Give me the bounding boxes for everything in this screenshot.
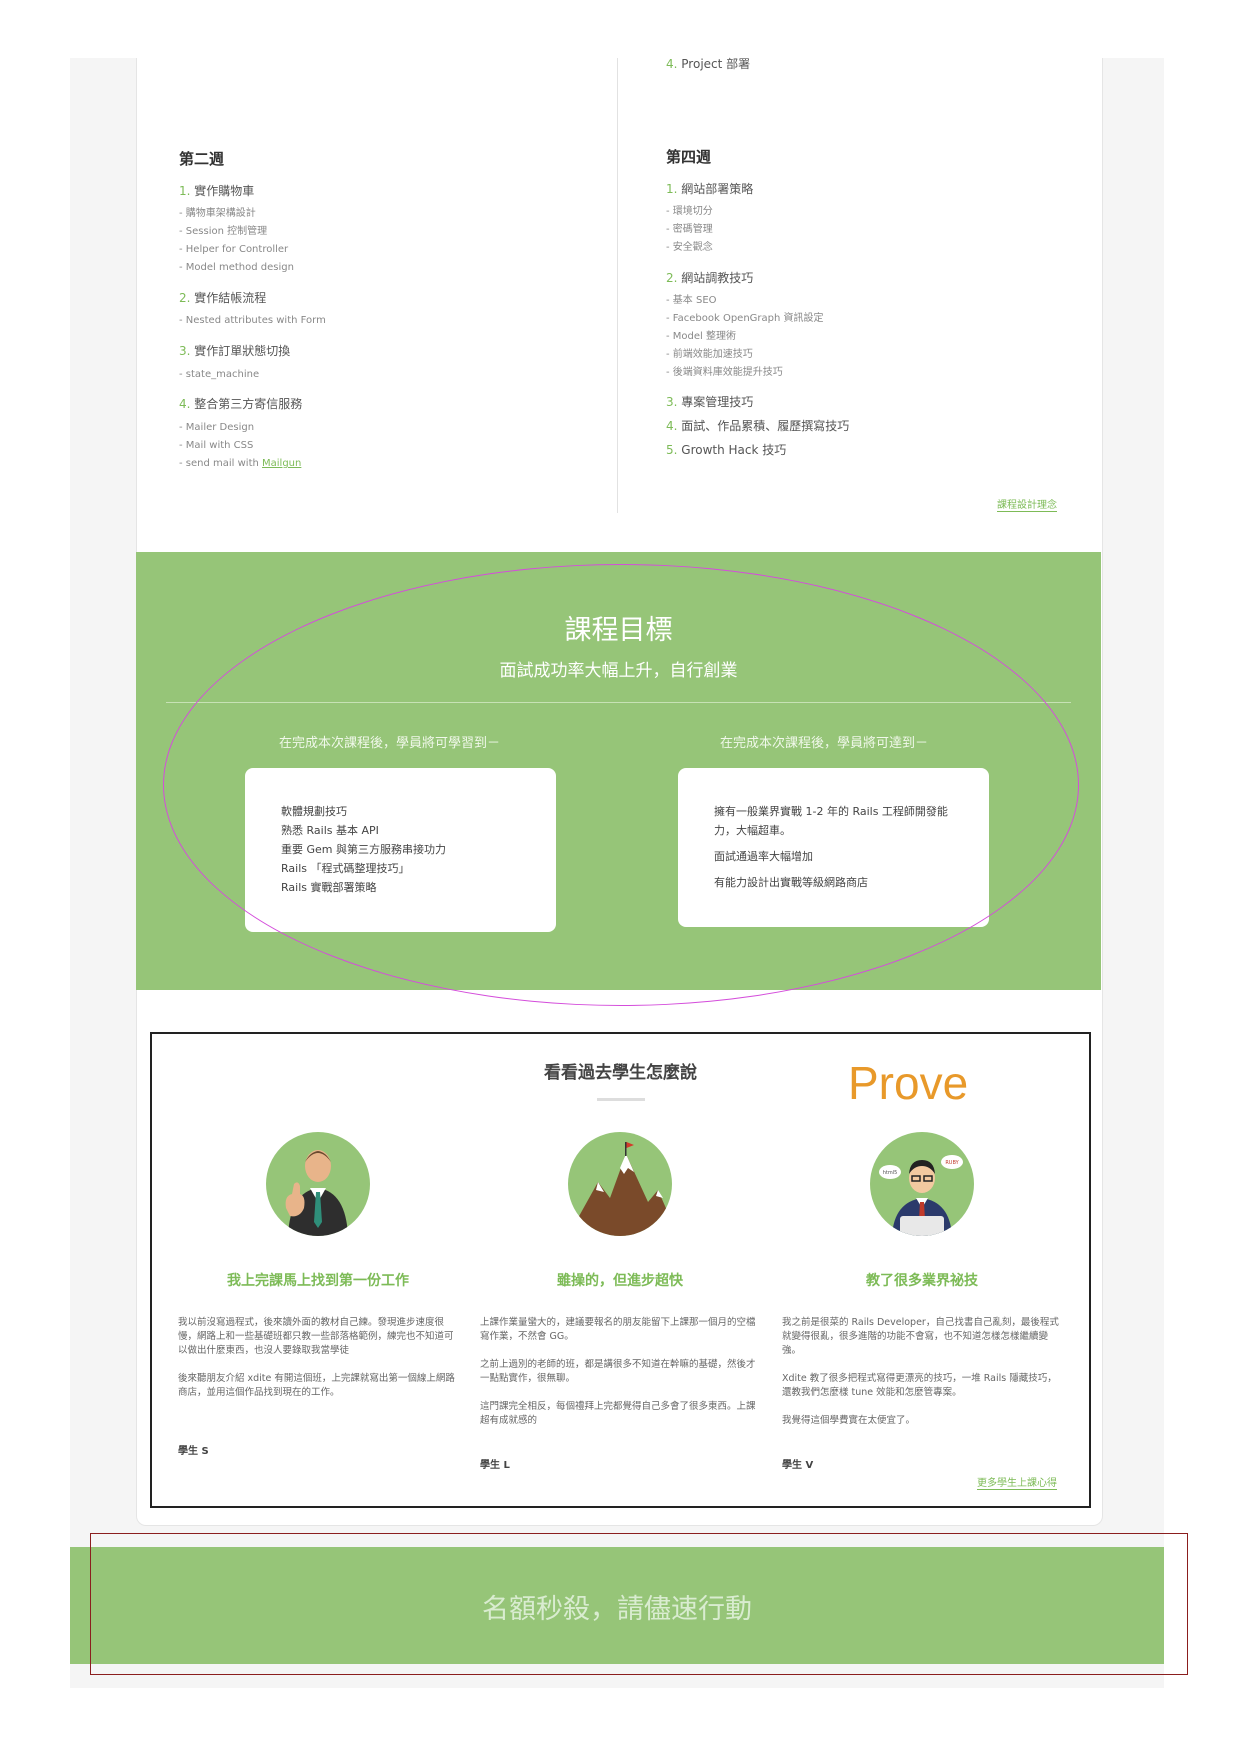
goal-right-heading: 在完成本次課程後，學員將可達到－ [720, 736, 929, 751]
more-testimonials-link[interactable]: 更多學生上課心得 [977, 1474, 1057, 1490]
goal-right-item: 有能力設計出實戰等級網路商店 [714, 876, 868, 889]
week2-item-4-subs: - Mailer Design - Mail with CSS - send m… [179, 422, 302, 469]
student-s-avatar [266, 1132, 370, 1236]
goal-right-box: 擁有一般業界實戰 1-2 年的 Rails 工程師開發能力，大幅超車。 面試通過… [678, 768, 989, 927]
goal-left-item: 重要 Gem 與第三方服務串接功力 [281, 843, 446, 856]
title-underline [597, 1098, 645, 1101]
week2-item-1: 1. 實作購物車 [179, 184, 255, 198]
student-l-avatar [568, 1132, 672, 1236]
mountain-flag-icon [568, 1142, 672, 1236]
student-v-avatar: html5 RUBY [870, 1132, 974, 1236]
column-divider [617, 58, 618, 513]
week4-item-2-subs: - 基本 SEO - Facebook OpenGraph 資訊設定 - Mod… [666, 295, 824, 378]
goal-title: 課程目標 [564, 615, 673, 646]
week4-item-5: 5. Growth Hack 技巧 [666, 443, 787, 457]
week4-item-4: 4. 面試、作品累積、履歷撰寫技巧 [666, 419, 850, 433]
course-goal-section: 課程目標 面試成功率大幅上升，自行創業 在完成本次課程後，學員將可學習到－ 在完… [136, 552, 1101, 990]
week2-item-2: 2. 實作結帳流程 [179, 291, 267, 305]
week2-item-2-subs: - Nested attributes with Form [179, 315, 326, 326]
goal-right-item: 面試通過率大幅增加 [714, 850, 813, 863]
highlight-rectangle-annotation [90, 1533, 1188, 1675]
testimonial-3-body: 我之前是很菜的 Rails Developer，自己找書自己亂刻，最後程式就變得… [782, 1317, 1059, 1426]
svg-text:html5: html5 [883, 1170, 898, 1176]
goal-right-item: 擁有一般業界實戰 1-2 年的 Rails 工程師開發能力，大幅超車。 [714, 805, 948, 837]
testimonial-2-heading: 雖操的，但進步超快 [557, 1273, 683, 1289]
testimonial-3-heading: 教了很多業界祕技 [866, 1273, 978, 1289]
week4-item-3: 3. 專案管理技巧 [666, 395, 754, 409]
goal-left-item: 軟體規劃技巧 [281, 805, 347, 818]
testimonial-1-heading: 我上完課馬上找到第一份工作 [227, 1273, 409, 1289]
prove-annotation: Prove [848, 1057, 969, 1109]
goal-divider [166, 702, 1071, 703]
thumbs-up-businessman-icon [285, 1150, 348, 1236]
week4-item-2: 2. 網站調教技巧 [666, 271, 754, 285]
testimonial-2-name: 學生 L [480, 1460, 510, 1471]
week4-item-1-subs: - 環境切分 - 密碼管理 - 安全觀念 [666, 206, 713, 253]
svg-text:RUBY: RUBY [945, 1160, 959, 1166]
goal-left-box: 軟體規劃技巧 熟悉 Rails 基本 API 重要 Gem 與第三方服務串接功力… [245, 768, 556, 932]
week2-title: 第二週 [179, 150, 225, 168]
week3-item-4: 4. Project 部署 [666, 57, 751, 71]
week2-item-4: 4. 整合第三方寄信服務 [179, 397, 303, 411]
goal-left-item: Rails 「程式碼整理技巧」 [281, 862, 410, 875]
week2-item-1-subs: - 購物車架構設計 - Session 控制管理 - Helper for Co… [179, 208, 294, 273]
week4-item-1: 1. 網站部署策略 [666, 182, 754, 196]
mailgun-link[interactable]: Mailgun [262, 458, 301, 469]
week2-item-3-subs: - state_machine [179, 369, 260, 380]
week2-item-3: 3. 實作訂單狀態切換 [179, 344, 291, 358]
testimonial-2-body: 上課作業量蠻大的，建議要報名的朋友能留下上課那一個月的空檔寫作業，不然會 GG。… [480, 1317, 756, 1426]
course-design-link[interactable]: 課程設計理念 [997, 496, 1057, 512]
developer-laptop-icon: html5 RUBY [879, 1155, 963, 1236]
goal-left-item: 熟悉 Rails 基本 API [281, 824, 379, 837]
week4-title: 第四週 [666, 148, 712, 166]
testimonial-3-name: 學生 V [782, 1460, 814, 1471]
goal-left-item: Rails 實戰部署策略 [281, 881, 377, 894]
testimonials-section: 看看過去學生怎麼說 Prove html5 RUBY 我上完課馬上找到第一份工作… [150, 1032, 1091, 1508]
goal-subtitle: 面試成功率大幅上升，自行創業 [499, 661, 738, 681]
goal-left-heading: 在完成本次課程後，學員將可學習到－ [279, 736, 501, 751]
testimonial-1-name: 學生 S [178, 1446, 209, 1457]
testimonial-1-body: 我以前沒寫過程式，後來讀外面的教材自己練。發現進步速度很慢，網路上和一些基礎班都… [178, 1317, 455, 1398]
